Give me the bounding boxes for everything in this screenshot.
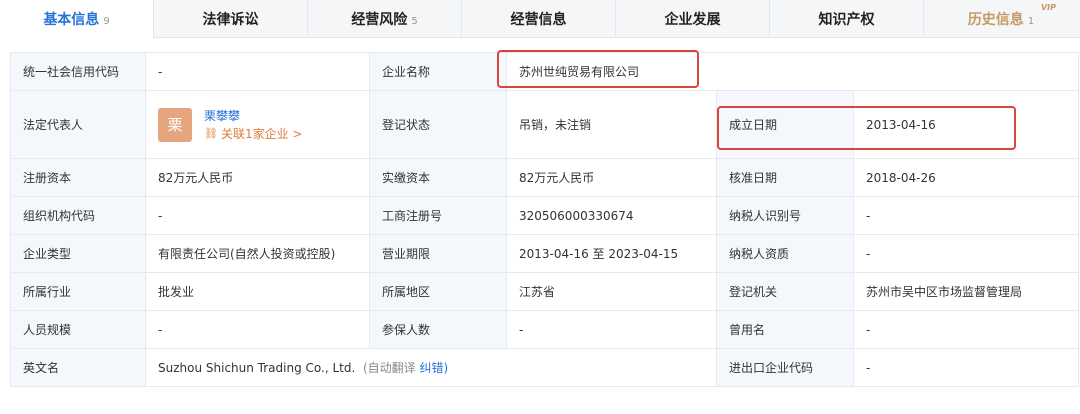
field-label: 组织机构代码 <box>10 196 146 235</box>
tab-operations[interactable]: 经营信息 <box>462 0 616 38</box>
legal-rep-cell: 栗 栗攀攀 ⛓ 关联1家企业 > <box>145 90 370 159</box>
english-name-cell: Suzhou Shichun Trading Co., Ltd. (自动翻译 纠… <box>145 348 717 387</box>
table-row: 企业类型 有限责任公司(自然人投资或控股) 营业期限 2013-04-16 至 … <box>10 234 1080 273</box>
field-label: 营业期限 <box>369 234 507 273</box>
tab-label: 经营信息 <box>510 12 567 28</box>
table-row: 组织机构代码 - 工商注册号 320506000330674 纳税人识别号 - <box>10 196 1080 235</box>
field-label: 法定代表人 <box>10 90 146 159</box>
field-label: 企业名称 <box>369 52 507 91</box>
field-value: 2018-04-26 <box>852 158 1080 197</box>
tab-count: 5 <box>411 15 418 27</box>
field-label: 所属地区 <box>369 272 507 311</box>
field-value: 批发业 <box>145 272 370 311</box>
tab-development[interactable]: 企业发展 <box>616 0 770 38</box>
field-label: 统一社会信用代码 <box>10 52 146 91</box>
tab-risk[interactable]: 经营风险 5 <box>308 0 462 38</box>
field-label: 所属行业 <box>10 272 146 311</box>
tab-legal[interactable]: 法律诉讼 <box>154 0 308 38</box>
field-label: 登记状态 <box>369 90 507 159</box>
tab-bar: 基本信息 9 法律诉讼 经营风险 5 经营信息 企业发展 知识产权 历史信息 1 VIP <box>0 0 1080 38</box>
tab-label: 基本信息 <box>43 12 100 28</box>
correct-link[interactable]: 纠错) <box>419 361 448 375</box>
table-row: 人员规模 - 参保人数 - 曾用名 - <box>10 310 1080 349</box>
field-label: 参保人数 <box>369 310 507 349</box>
legal-rep-name-link[interactable]: 栗攀攀 <box>204 107 302 125</box>
table-row: 注册资本 82万元人民币 实缴资本 82万元人民币 核准日期 2018-04-2… <box>10 158 1080 197</box>
highlight-box-est-date <box>717 106 1016 150</box>
field-value: 苏州市吴中区市场监督管理局 <box>852 272 1080 311</box>
tab-label: 知识产权 <box>818 12 875 28</box>
tab-count: 9 <box>103 15 110 27</box>
tab-label: 经营风险 <box>351 12 408 28</box>
field-label: 纳税人资质 <box>716 234 854 273</box>
tab-label: 法律诉讼 <box>202 12 259 28</box>
field-label: 进出口企业代码 <box>716 348 854 387</box>
field-label: 核准日期 <box>716 158 854 197</box>
field-label: 企业类型 <box>10 234 146 273</box>
field-value: 320506000330674 <box>506 196 717 235</box>
english-name: Suzhou Shichun Trading Co., Ltd. <box>158 361 356 375</box>
vip-badge: VIP <box>1040 3 1056 12</box>
field-value: 有限责任公司(自然人投资或控股) <box>145 234 370 273</box>
field-label: 工商注册号 <box>369 196 507 235</box>
field-value: 江苏省 <box>506 272 717 311</box>
table-row: 英文名 Suzhou Shichun Trading Co., Ltd. (自动… <box>10 348 1080 387</box>
field-label: 登记机关 <box>716 272 854 311</box>
tab-label: 历史信息 <box>967 12 1024 28</box>
avatar: 栗 <box>158 107 192 142</box>
tab-label: 企业发展 <box>664 12 721 28</box>
field-value: - <box>852 310 1080 349</box>
tab-history[interactable]: 历史信息 1 VIP <box>924 0 1078 38</box>
related-companies-link[interactable]: ⛓ 关联1家企业 > <box>204 125 302 143</box>
field-label: 人员规模 <box>10 310 146 349</box>
field-value: 吊销，未注销 <box>506 90 717 159</box>
table-row: 所属行业 批发业 所属地区 江苏省 登记机关 苏州市吴中区市场监督管理局 <box>10 272 1080 311</box>
field-value: 82万元人民币 <box>145 158 370 197</box>
tab-count: 1 <box>1027 15 1035 27</box>
tab-ip[interactable]: 知识产权 <box>770 0 924 38</box>
field-value: - <box>852 196 1080 235</box>
field-label: 注册资本 <box>10 158 146 197</box>
field-value: - <box>145 196 370 235</box>
field-label: 实缴资本 <box>369 158 507 197</box>
highlight-box-company-name <box>497 50 699 88</box>
field-value: - <box>852 348 1080 387</box>
field-value: - <box>145 52 370 91</box>
tab-basic-info[interactable]: 基本信息 9 <box>0 0 154 38</box>
link-icon: ⛓ <box>204 126 218 140</box>
field-label: 英文名 <box>10 348 146 387</box>
field-value: 82万元人民币 <box>506 158 717 197</box>
related-companies-label: 关联1家企业 > <box>220 126 303 141</box>
field-value: - <box>506 310 717 349</box>
field-value: - <box>852 234 1080 273</box>
field-value: 2013-04-16 至 2023-04-15 <box>506 234 717 273</box>
field-label: 曾用名 <box>716 310 854 349</box>
auto-translate-note: (自动翻译 <box>362 361 416 375</box>
basic-info-table: 统一社会信用代码 - 企业名称 苏州世纯贸易有限公司 法定代表人 栗 栗攀攀 ⛓… <box>10 52 1080 387</box>
field-value: - <box>145 310 370 349</box>
field-label: 纳税人识别号 <box>716 196 854 235</box>
